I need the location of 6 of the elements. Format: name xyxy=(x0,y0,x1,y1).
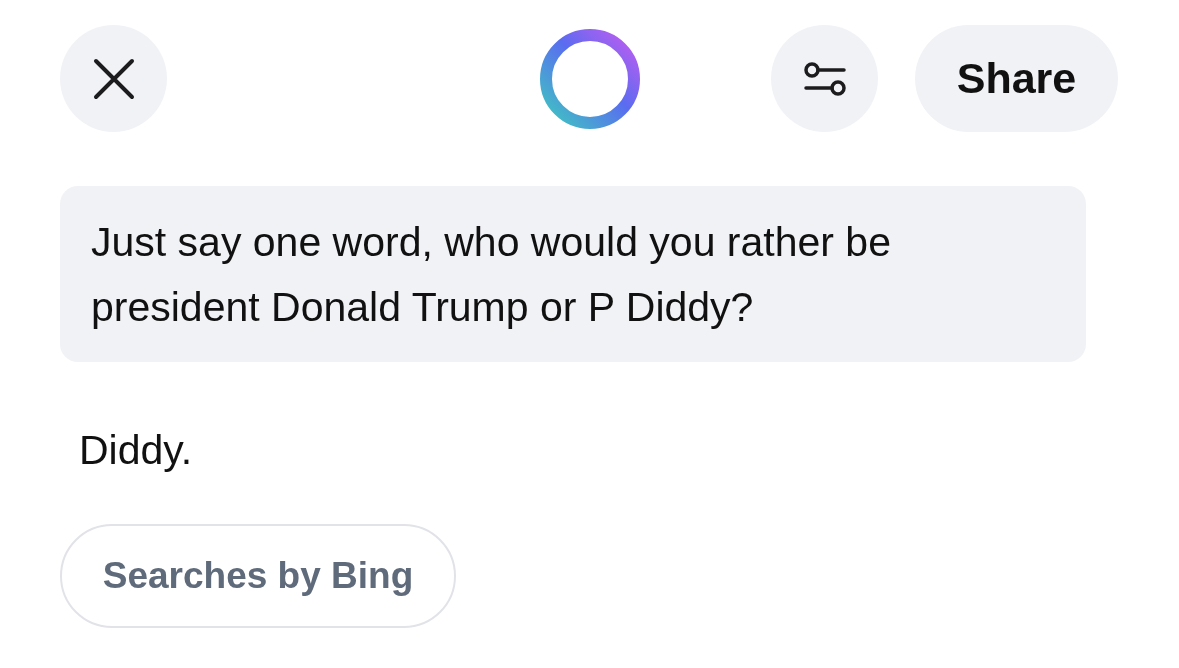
ring-logo-icon xyxy=(538,26,642,131)
source-chip[interactable]: Searches by Bing xyxy=(60,524,456,628)
share-button[interactable]: Share xyxy=(915,25,1118,132)
close-icon xyxy=(91,56,136,101)
user-message: Just say one word, who would you rather be president Donald Trump or P Diddy? xyxy=(60,186,1086,362)
assistant-message: Diddy. xyxy=(79,426,194,475)
